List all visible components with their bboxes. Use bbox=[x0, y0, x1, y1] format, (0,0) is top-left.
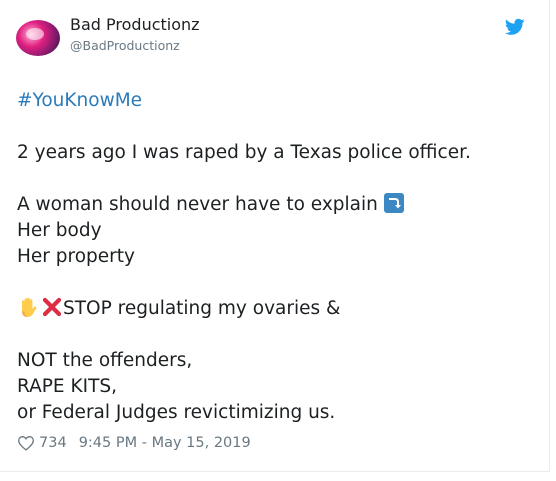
tweet-line: or Federal Judges revictimizing us. bbox=[17, 402, 336, 423]
author-name[interactable]: Bad Productionz bbox=[70, 15, 200, 34]
tweet-line: STOP regulating my ovaries & bbox=[63, 298, 341, 319]
tweet-footer: 734 9:45 PM - May 15, 2019 bbox=[17, 433, 251, 453]
twitter-bird-icon[interactable] bbox=[505, 18, 525, 36]
hashtag-link[interactable]: #YouKnowMe bbox=[17, 88, 537, 114]
tweet-text: #YouKnowMe 2 years ago I was raped by a … bbox=[17, 88, 537, 426]
tweet-card: Bad Productionz @BadProductionz #YouKnow… bbox=[0, 0, 550, 472]
tweet-line: RAPE KITS, bbox=[17, 376, 117, 397]
tweet-line: 2 years ago I was raped by a Texas polic… bbox=[17, 142, 471, 163]
arrow-curving-down-icon bbox=[383, 193, 404, 213]
like-count[interactable]: 734 bbox=[39, 435, 67, 451]
tweet-line-with-arrow: A woman should never have to explain bbox=[17, 192, 537, 218]
tweet-line: Her property bbox=[17, 246, 135, 267]
tweet-line-with-emoji: STOP regulating my ovaries & bbox=[17, 296, 537, 322]
tweet-timestamp[interactable]: 9:45 PM - May 15, 2019 bbox=[79, 435, 251, 451]
tweet-line: A woman should never have to explain bbox=[17, 194, 378, 215]
tweet-line: NOT the offenders, bbox=[17, 350, 193, 371]
author-handle[interactable]: @BadProductionz bbox=[70, 38, 180, 53]
raised-hand-icon bbox=[22, 297, 37, 317]
heart-icon[interactable] bbox=[17, 435, 35, 451]
avatar[interactable] bbox=[16, 20, 60, 56]
tweet-line: Her body bbox=[17, 220, 102, 241]
cross-mark-icon bbox=[42, 297, 62, 317]
